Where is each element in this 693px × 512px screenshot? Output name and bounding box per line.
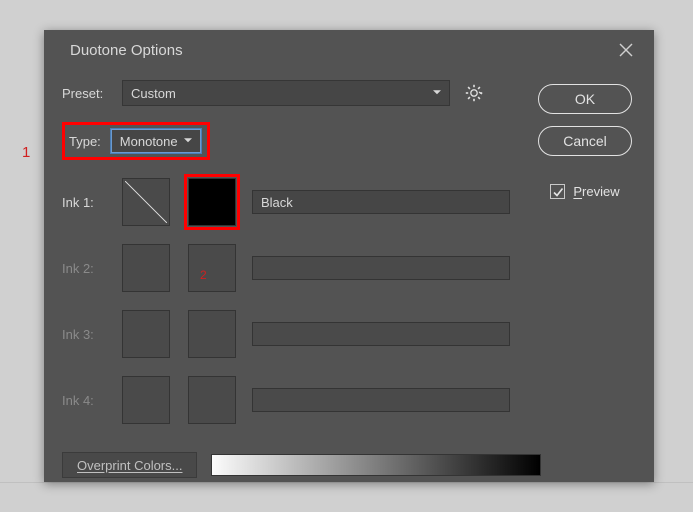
ink-1-label: Ink 1: [62, 195, 122, 210]
ink-2-label: Ink 2: [62, 261, 122, 276]
footer-row: Overprint Colors... [62, 452, 636, 478]
ink-3-name-field [252, 322, 510, 346]
ink-2-color-swatch [188, 244, 236, 292]
ink-row-4: Ink 4: [62, 376, 636, 424]
ink-row-3: Ink 3: [62, 310, 636, 358]
ink-3-label: Ink 3: [62, 327, 122, 342]
ink-4-name-field [252, 388, 510, 412]
preview-checkbox[interactable] [550, 184, 565, 199]
ink-1-curve[interactable] [122, 178, 170, 226]
dialog-title: Duotone Options [70, 42, 610, 59]
ink-1-name-field[interactable]: Black [252, 190, 510, 214]
preset-settings-button[interactable] [462, 81, 486, 105]
close-icon [619, 43, 633, 57]
ink-3-color-swatch [188, 310, 236, 358]
preset-select[interactable]: Custom [122, 80, 450, 106]
close-button[interactable] [610, 34, 642, 66]
gear-icon [465, 84, 483, 102]
cancel-button[interactable]: Cancel [538, 126, 632, 156]
type-value: Monotone [120, 134, 178, 149]
check-icon [552, 186, 564, 198]
ok-button[interactable]: OK [538, 84, 632, 114]
ink-4-swatch-wrap [184, 372, 240, 428]
type-row-highlight: Type: Monotone [62, 122, 210, 160]
type-label: Type: [69, 134, 111, 149]
annotation-2: 2 [200, 268, 207, 282]
ink-4-color-swatch [188, 376, 236, 424]
gradient-preview [211, 454, 541, 476]
ink-1-swatch-highlight [184, 174, 240, 230]
preset-label: Preset: [62, 86, 122, 101]
preview-label: Preview [573, 184, 619, 199]
preset-value: Custom [131, 86, 176, 101]
ink-3-curve [122, 310, 170, 358]
ink-1-name-value: Black [261, 195, 293, 210]
ink-1-color-swatch[interactable] [188, 178, 236, 226]
ink-2-name-field [252, 256, 510, 280]
preview-row: Preview [550, 184, 619, 199]
overprint-colors-button[interactable]: Overprint Colors... [62, 452, 197, 478]
annotation-1: 1 [22, 144, 30, 161]
ink-2-curve [122, 244, 170, 292]
ink-4-curve [122, 376, 170, 424]
type-select[interactable]: Monotone [111, 129, 201, 153]
ink-3-swatch-wrap [184, 306, 240, 362]
ink-4-label: Ink 4: [62, 393, 122, 408]
right-column: OK Cancel Preview [536, 84, 634, 199]
duotone-options-dialog: Duotone Options Preset: Custom [44, 30, 654, 482]
ink-2-swatch-wrap [184, 240, 240, 296]
ink-row-2: Ink 2: [62, 244, 636, 292]
titlebar: Duotone Options [44, 30, 654, 70]
